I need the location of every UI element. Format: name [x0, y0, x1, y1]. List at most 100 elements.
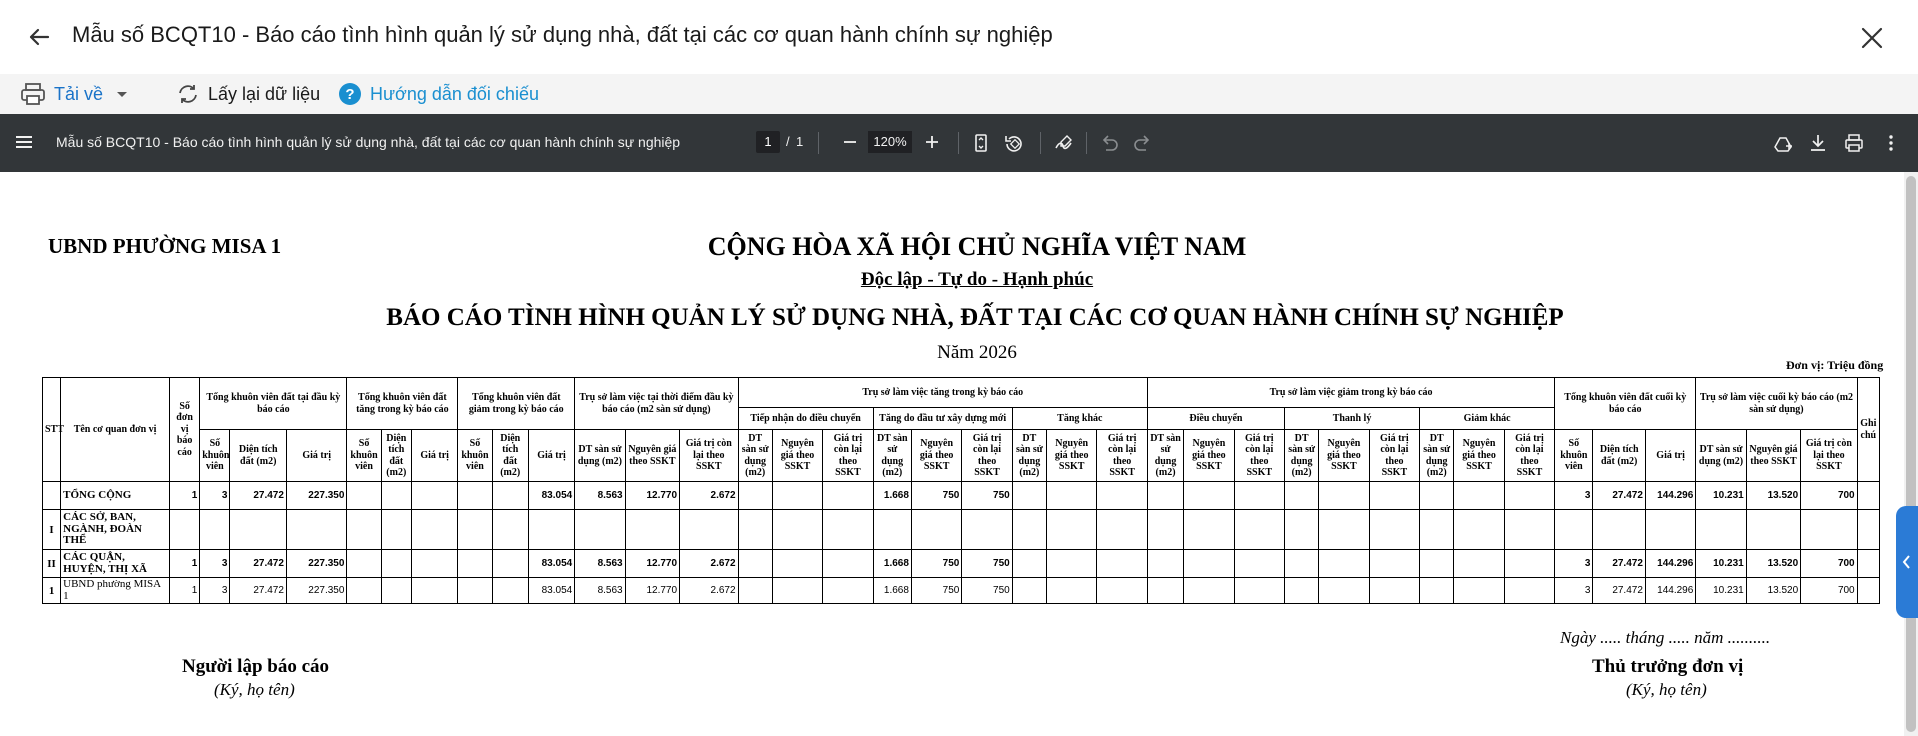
cell-r-orig	[771, 549, 824, 578]
cell-o-orig	[1045, 576, 1098, 605]
toolbar-divider	[1086, 132, 1087, 154]
header-leaf-orig: Nguyên giá theo SSKT	[1453, 429, 1505, 482]
header-sub-build: Tăng do đầu tư xây dựng mới	[872, 407, 1013, 430]
chevron-down-icon[interactable]	[103, 84, 133, 104]
cell-r-floor	[737, 549, 773, 578]
download-label: Tải về	[54, 83, 104, 104]
cell-e-value: 144.296	[1644, 576, 1697, 605]
cell-n-orig	[910, 509, 963, 550]
cell-g-floor	[1419, 509, 1455, 550]
header-sub-receive: Tiếp nhận do điều chuyển	[737, 407, 874, 430]
header-leaf-floor: DT sàn sử dụng (m2)	[1419, 429, 1455, 482]
cell-i-count	[346, 576, 382, 605]
save-to-drive-icon[interactable]	[1772, 132, 1794, 154]
action-toolbar: Tải về Lấy lại dữ liệu ? Hướng dẫn đối c…	[0, 74, 1918, 114]
cell-r-floor	[737, 481, 773, 510]
dialog-title: Mẫu số BCQT10 - Báo cáo tình hình quản l…	[72, 22, 1053, 47]
zoom-in-icon[interactable]	[922, 132, 942, 152]
header-group-end: Tổng khuôn viên đất cuối kỳ báo cáo	[1554, 377, 1697, 430]
undo-icon[interactable]	[1098, 132, 1120, 154]
cell-he-floor	[1695, 509, 1747, 550]
pdf-page: UBND PHƯỜNG MISA 1 CỘNG HÒA XÃ HỘI CHỦ N…	[0, 172, 1904, 736]
header-leaf-remain: Giá trị còn lại theo SSKT	[1233, 429, 1285, 482]
zoom-out-icon[interactable]	[840, 132, 860, 152]
header-leaf-area: Diện tích đất (m2)	[229, 429, 287, 482]
cell-r-floor	[737, 509, 773, 550]
cell-b-count: 3	[199, 549, 231, 578]
header-leaf-floor: DT sàn sử dụng (m2)	[1146, 429, 1185, 482]
cell-d-count	[457, 481, 493, 510]
cell-d-value: 83.054	[527, 549, 576, 578]
download-button[interactable]: Tải về	[20, 80, 141, 108]
nation-heading: CỘNG HÒA XÃ HỘI CHỦ NGHĨA VIỆT NAM	[707, 232, 1247, 261]
download-icon[interactable]	[1807, 132, 1829, 154]
cell-i-area	[380, 481, 412, 510]
cell-l-orig	[1318, 576, 1370, 605]
currency-unit: Đơn vị: Triệu đồng	[1786, 358, 1884, 372]
cell-l-orig	[1318, 509, 1370, 550]
cell-t-orig	[1183, 481, 1235, 510]
cell-t-orig	[1183, 576, 1235, 605]
cell-l-floor	[1283, 576, 1320, 605]
cell-n-floor: 1.668	[872, 576, 912, 605]
cell-g-remain	[1503, 481, 1556, 510]
cell-t-floor	[1146, 576, 1185, 605]
header-leaf-remain: Giá trị còn lại theo SSKT	[1800, 429, 1858, 482]
cell-o-orig	[1045, 509, 1098, 550]
cell-r-remain	[822, 509, 874, 550]
header-group-begin: Tổng khuôn viên đất tại đầu kỳ báo cáo	[199, 377, 348, 430]
header-leaf-floor: DT sàn sử dụng (m2)	[1283, 429, 1320, 482]
cell-e-value: 144.296	[1644, 549, 1697, 578]
cell-b-area: 27.472	[229, 576, 287, 605]
cell-d-value	[527, 509, 576, 550]
row-name: UBND phường MISA 1	[60, 576, 171, 605]
cell-note	[1856, 576, 1881, 605]
cell-he-remain	[1800, 509, 1858, 550]
close-icon[interactable]	[1858, 24, 1886, 52]
cell-units: 1	[169, 576, 201, 605]
scrollbar-thumb[interactable]	[1906, 176, 1916, 732]
page-number-input[interactable]: 1	[756, 131, 780, 153]
back-arrow-icon[interactable]	[24, 22, 54, 52]
header-leaf-remain: Giá trị còn lại theo SSKT	[679, 429, 739, 482]
cell-r-orig	[771, 509, 824, 550]
redo-icon[interactable]	[1132, 132, 1154, 154]
header-group-hq-end: Trụ sở làm việc cuối kỳ báo cáo (m2 sàn …	[1695, 377, 1858, 430]
fit-page-icon[interactable]	[970, 132, 992, 154]
menu-icon[interactable]	[14, 132, 34, 152]
date-line: Ngày ..... tháng ..... năm ..........	[1560, 628, 1771, 647]
more-options-icon[interactable]	[1880, 132, 1902, 154]
cell-n-orig: 750	[910, 576, 963, 605]
cell-l-floor	[1283, 509, 1320, 550]
cell-hb-orig	[624, 509, 681, 550]
annotate-icon[interactable]	[1053, 132, 1075, 154]
cell-note	[1856, 509, 1881, 550]
cell-o-remain	[1096, 509, 1148, 550]
cell-n-floor: 1.668	[872, 549, 912, 578]
header-sub-transfer: Điều chuyển	[1146, 407, 1285, 430]
side-panel-toggle[interactable]	[1896, 506, 1918, 618]
rotate-icon[interactable]	[1003, 132, 1025, 154]
cell-g-floor	[1419, 576, 1455, 605]
header-leaf-area: Diện tích đất (m2)	[1592, 429, 1646, 482]
cell-e-area: 27.472	[1592, 576, 1646, 605]
row-stt: 1	[41, 576, 62, 605]
cell-e-value: 144.296	[1644, 481, 1697, 510]
cell-l-remain	[1368, 509, 1421, 550]
cell-g-orig	[1453, 549, 1505, 578]
reload-data-button[interactable]: Lấy lại dữ liệu	[176, 80, 320, 108]
cell-d-area	[491, 549, 529, 578]
cell-d-area	[491, 481, 529, 510]
cell-t-remain	[1233, 549, 1285, 578]
refresh-icon	[179, 85, 197, 103]
header-leaf-area: Diện tích đất (m2)	[380, 429, 412, 482]
header-leaf-orig: Nguyên giá theo SSKT	[1183, 429, 1235, 482]
print-icon[interactable]	[1843, 132, 1865, 154]
zoom-level[interactable]: 120%	[868, 131, 912, 153]
header-leaf-remain: Giá trị còn lại theo SSKT	[961, 429, 1013, 482]
header-leaf-value: Giá trị	[527, 429, 576, 482]
cell-b-count: 3	[199, 481, 231, 510]
reconcile-guide-link[interactable]: ? Hướng dẫn đối chiếu	[338, 80, 539, 108]
cell-hb-floor	[574, 509, 626, 550]
cell-he-orig	[1745, 509, 1802, 550]
